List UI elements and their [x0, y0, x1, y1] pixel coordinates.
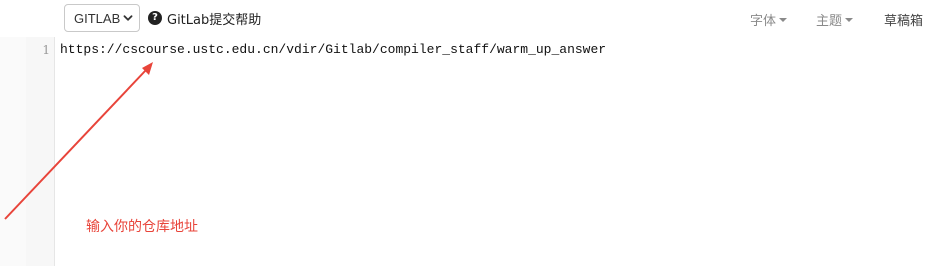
line-number-gutter: 1 [26, 37, 55, 266]
question-circle-icon: ? [148, 11, 162, 25]
platform-select[interactable]: GITLAB [65, 5, 139, 31]
editor-left-margin [0, 37, 26, 266]
font-menu[interactable]: 字体 [750, 10, 788, 29]
draft-box-label: 草稿箱 [884, 14, 924, 29]
page: GITLAB ? GitLab提交帮助 字体 主题 草稿箱 1 https://… [0, 0, 952, 266]
caret-down-icon [779, 18, 788, 22]
platform-select-wrapper[interactable]: GITLAB [64, 4, 140, 32]
font-menu-label: 字体 [750, 14, 777, 29]
gitlab-help-label: GitLab提交帮助 [167, 12, 262, 28]
caret-down-icon [845, 18, 854, 22]
theme-menu[interactable]: 主题 [816, 10, 854, 29]
editor-line[interactable]: https://cscourse.ustc.edu.cn/vdir/Gitlab… [60, 42, 606, 57]
gitlab-help-link[interactable]: ? GitLab提交帮助 [148, 9, 262, 28]
annotation-text: 输入你的仓库地址 [86, 219, 198, 235]
line-number: 1 [42, 43, 50, 57]
draft-box-button[interactable]: 草稿箱 [884, 10, 923, 29]
toolbar: GITLAB ? GitLab提交帮助 字体 主题 草稿箱 [0, 0, 952, 37]
theme-menu-label: 主题 [816, 14, 843, 29]
